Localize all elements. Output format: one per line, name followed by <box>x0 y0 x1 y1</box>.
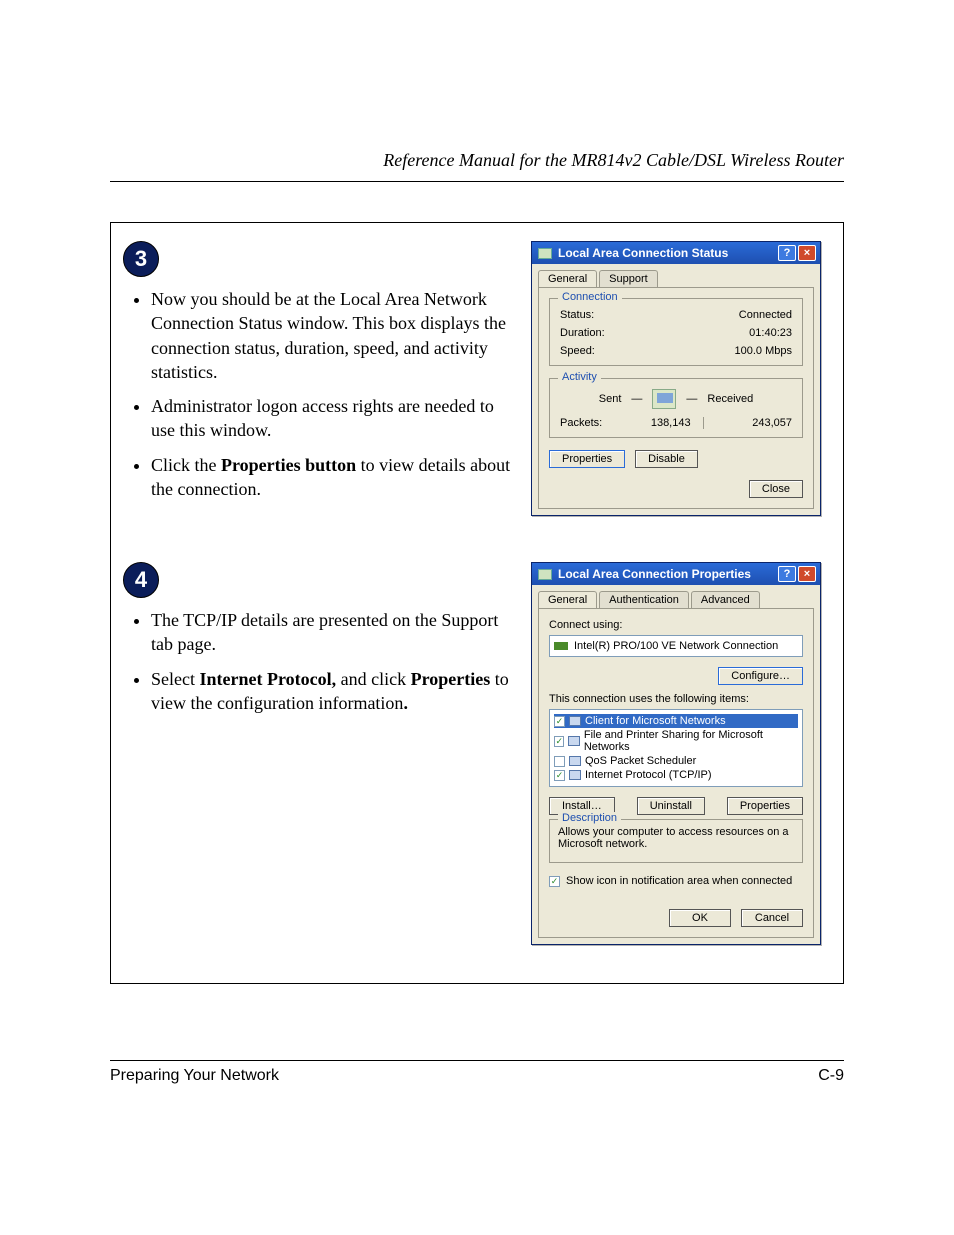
list-item-qos[interactable]: QoS Packet Scheduler <box>554 754 798 768</box>
close-icon[interactable]: × <box>798 566 816 582</box>
properties-dialog: Local Area Connection Properties ? × Gen… <box>531 562 821 945</box>
tab-general[interactable]: General <box>538 270 597 287</box>
text: Select <box>151 669 199 689</box>
step-3-row: 3 Now you should be at the Local Area Ne… <box>123 235 831 542</box>
checkbox-icon[interactable]: ✓ <box>554 736 564 747</box>
footer-section-title: Preparing Your Network <box>110 1067 279 1085</box>
component-icon <box>569 756 581 766</box>
step-4-badge: 4 <box>123 562 159 598</box>
text-bold: Properties button <box>221 455 356 475</box>
help-button[interactable]: ? <box>778 245 796 261</box>
label-duration: Duration: <box>560 327 605 339</box>
item-properties-button[interactable]: Properties <box>727 797 803 815</box>
tab-general[interactable]: General <box>538 591 597 608</box>
page-footer: Preparing Your Network C-9 <box>110 1060 844 1085</box>
properties-dialog-titlebar: Local Area Connection Properties ? × <box>532 563 820 585</box>
label-sent: Sent <box>599 393 622 405</box>
properties-button[interactable]: Properties <box>549 450 625 468</box>
component-icon <box>568 736 579 746</box>
component-icon <box>569 716 581 726</box>
step-4-bullets: The TCP/IP details are presented on the … <box>129 608 515 715</box>
list-item-label: Internet Protocol (TCP/IP) <box>585 769 712 781</box>
value-duration: 01:40:23 <box>749 327 792 339</box>
connection-icon <box>538 569 552 580</box>
status-tabs: General Support <box>532 264 820 287</box>
label-status: Status: <box>560 309 594 321</box>
tab-support[interactable]: Support <box>599 270 658 287</box>
cancel-button[interactable]: Cancel <box>741 909 803 927</box>
label-speed: Speed: <box>560 345 595 357</box>
checkbox-icon[interactable]: ✓ <box>554 716 565 727</box>
step-3-badge: 3 <box>123 241 159 277</box>
close-icon[interactable]: × <box>798 245 816 261</box>
properties-dialog-title: Local Area Connection Properties <box>558 567 751 581</box>
step-4-bullet-1: The TCP/IP details are presented on the … <box>151 608 515 657</box>
status-dialog: Local Area Connection Status ? × General… <box>531 241 821 516</box>
step-3-text-column: 3 Now you should be at the Local Area Ne… <box>123 241 515 511</box>
footer-page-number: C-9 <box>818 1067 844 1085</box>
text: Click the <box>151 455 221 475</box>
show-icon-label: Show icon in notification area when conn… <box>566 875 792 887</box>
value-packets-sent: 138,143 <box>651 417 704 429</box>
content-box: 3 Now you should be at the Local Area Ne… <box>110 222 844 984</box>
step-4-screenshot-column: Local Area Connection Properties ? × Gen… <box>531 562 831 945</box>
label-uses-items: This connection uses the following items… <box>549 693 803 705</box>
uninstall-button[interactable]: Uninstall <box>637 797 705 815</box>
label-received: Received <box>707 393 753 405</box>
step-4-row: 4 The TCP/IP details are presented on th… <box>123 542 831 971</box>
properties-panel: Connect using: Intel(R) PRO/100 VE Netwo… <box>538 608 814 938</box>
checkbox-icon[interactable] <box>554 756 565 767</box>
list-item-label: File and Printer Sharing for Microsoft N… <box>584 729 798 753</box>
tab-advanced[interactable]: Advanced <box>691 591 760 608</box>
text: and click <box>336 669 410 689</box>
components-list[interactable]: ✓ Client for Microsoft Networks ✓ File and… <box>549 709 803 787</box>
status-panel: Connection Status: Connected Duration: 01:… <box>538 287 814 509</box>
text-bold: . <box>403 693 408 713</box>
help-button[interactable]: ? <box>778 566 796 582</box>
step-3-bullets: Now you should be at the Local Area Netw… <box>129 287 515 501</box>
properties-tabs: General Authentication Advanced <box>532 585 820 608</box>
connection-group-legend: Connection <box>558 291 622 303</box>
nic-icon <box>554 642 568 650</box>
label-connect-using: Connect using: <box>549 619 803 631</box>
activity-group-legend: Activity <box>558 371 601 383</box>
tab-authentication[interactable]: Authentication <box>599 591 689 608</box>
list-item-label: Client for Microsoft Networks <box>585 715 726 727</box>
disable-button[interactable]: Disable <box>635 450 698 468</box>
value-packets-received: 243,057 <box>752 417 792 429</box>
text-bold: Properties <box>411 669 491 689</box>
step-3-bullet-1: Now you should be at the Local Area Netw… <box>151 287 515 384</box>
activity-group: Activity Sent — — Received Packets: 138,… <box>549 378 803 438</box>
show-icon-checkbox[interactable]: ✓ <box>549 876 560 887</box>
text-bold: Internet Protocol, <box>199 669 336 689</box>
close-button[interactable]: Close <box>749 480 803 498</box>
page-header: Reference Manual for the MR814v2 Cable/D… <box>110 150 844 182</box>
label-packets: Packets: <box>560 417 602 429</box>
status-dialog-title: Local Area Connection Status <box>558 246 728 260</box>
step-4-bullet-2: Select Internet Protocol, and click Prop… <box>151 667 515 716</box>
activity-monitor-icon <box>652 389 676 409</box>
checkbox-icon[interactable]: ✓ <box>554 770 565 781</box>
step-3-bullet-2: Administrator logon access rights are ne… <box>151 394 515 443</box>
connection-icon <box>538 248 552 259</box>
ok-button[interactable]: OK <box>669 909 731 927</box>
description-text: Allows your computer to access resources… <box>558 826 789 850</box>
component-icon <box>569 770 581 780</box>
status-dialog-titlebar: Local Area Connection Status ? × <box>532 242 820 264</box>
step-3-screenshot-column: Local Area Connection Status ? × General… <box>531 241 831 516</box>
description-group: Description Allows your computer to acce… <box>549 819 803 863</box>
description-legend: Description <box>558 812 621 824</box>
configure-button[interactable]: Configure… <box>718 667 803 685</box>
list-item-fps[interactable]: ✓ File and Printer Sharing for Microsoft … <box>554 728 798 754</box>
step-3-bullet-3: Click the Properties button to view deta… <box>151 453 515 502</box>
value-speed: 100.0 Mbps <box>735 345 792 357</box>
value-status: Connected <box>739 309 792 321</box>
list-item-tcpip[interactable]: ✓ Internet Protocol (TCP/IP) <box>554 768 798 782</box>
connection-group: Connection Status:Connected Duration:01:… <box>549 298 803 366</box>
adapter-field: Intel(R) PRO/100 VE Network Connection <box>549 635 803 657</box>
adapter-name: Intel(R) PRO/100 VE Network Connection <box>574 640 778 652</box>
step-4-text-column: 4 The TCP/IP details are presented on th… <box>123 562 515 725</box>
list-item-label: QoS Packet Scheduler <box>585 755 696 767</box>
list-item-client[interactable]: ✓ Client for Microsoft Networks <box>554 714 798 728</box>
